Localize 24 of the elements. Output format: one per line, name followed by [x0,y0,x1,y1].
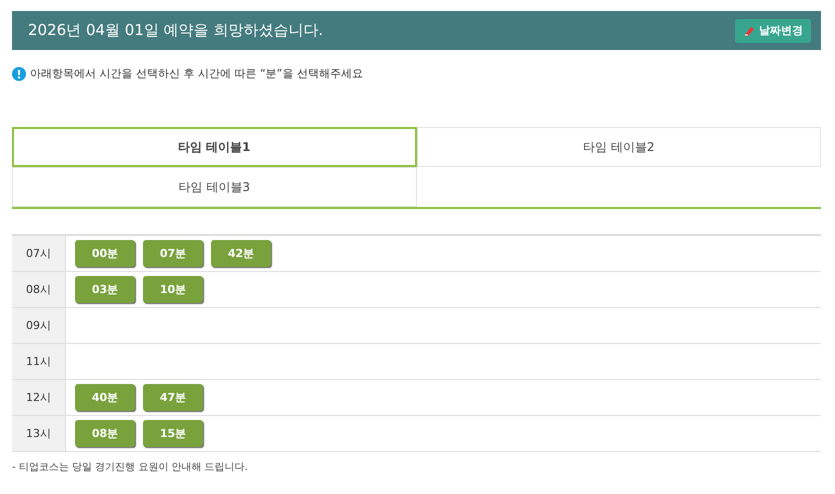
minute-button[interactable]: 00분 [75,240,135,267]
minute-button[interactable]: 03분 [75,276,135,303]
change-date-button[interactable]: 날짜변경 [735,18,811,42]
notice-text: 아래항목에서 시간을 선택하신 후 시간에 따른 “분”을 선택해주세요 [30,66,363,81]
hour-cell: 08시 [12,272,66,307]
minute-button[interactable]: 08분 [75,420,135,447]
minute-button[interactable]: 42분 [211,240,271,267]
eraser-icon [743,24,755,36]
page-title: 2026년 04월 01일 예약을 희망하셨습니다. [28,21,324,40]
hour-cell: 07시 [12,236,66,271]
hour-cell: 12시 [12,380,66,415]
minute-button[interactable]: 15분 [143,420,203,447]
timetable-tab[interactable]: 타임 테이블2 [416,127,821,167]
minute-button[interactable]: 47분 [143,384,203,411]
minute-button[interactable]: 10분 [143,276,203,303]
hour-cell: 13시 [12,416,66,451]
timetable-tab[interactable]: 타임 테이블1 [12,127,416,167]
timetable-tab[interactable]: 타임 테이블3 [12,167,416,207]
hour-cell: 09시 [12,308,66,343]
footnote: - 티업코스는 당일 경기진행 요원이 안내해 드립니다. [12,461,249,474]
info-icon [12,66,26,80]
hour-cell: 11시 [12,344,66,379]
minute-button[interactable]: 40분 [75,384,135,411]
minute-button[interactable]: 07분 [143,240,203,267]
